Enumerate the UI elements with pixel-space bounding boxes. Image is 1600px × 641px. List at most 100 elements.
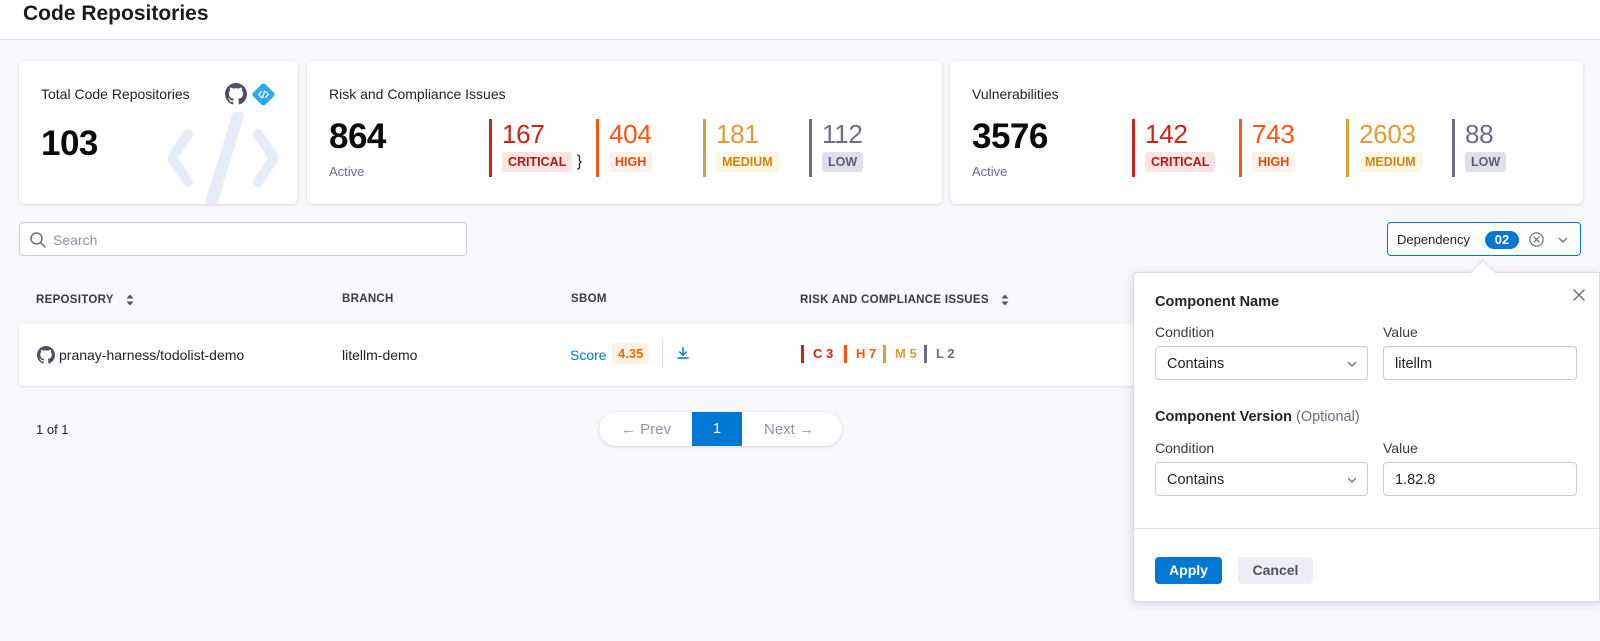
condition-label: Condition [1155, 324, 1215, 340]
arrow-right-icon: → [799, 421, 815, 438]
next-label: Next [764, 421, 795, 438]
vuln-medium: 2603 MEDIUM [1346, 119, 1422, 177]
vuln-critical: 142 CRITICAL [1132, 119, 1216, 177]
component-version-label: Component Version [1155, 409, 1292, 425]
component-version-condition-select[interactable]: Contains [1155, 462, 1368, 496]
download-icon[interactable] [675, 345, 691, 361]
vuln-active-label: Active [972, 164, 1008, 179]
risk-low-count: 112 [822, 119, 863, 149]
branch-name: litellm-demo [342, 347, 418, 363]
component-version-title: Component Version (Optional) [1155, 409, 1360, 425]
clear-filter-icon[interactable] [1528, 231, 1545, 248]
condition-label: Condition [1155, 440, 1215, 456]
select-value: Contains [1167, 472, 1225, 488]
vulnerabilities-card: Vulnerabilities 3576 Active 142 CRITICAL… [950, 61, 1583, 204]
vuln-active-count: 3576 [972, 117, 1048, 156]
vuln-low: 88 LOW [1452, 119, 1507, 177]
pagination: ← Prev 1 Next → [599, 412, 842, 446]
risk-active-label: Active [329, 164, 365, 179]
column-header-risk-compliance[interactable]: RISK AND COMPLIANCE ISSUES [800, 293, 1010, 307]
search-placeholder: Search [53, 232, 98, 248]
cancel-button[interactable]: Cancel [1238, 557, 1313, 584]
critical-badge: CRITICAL [1145, 152, 1216, 172]
dependency-filter-popover: Component Name Condition Value Contains … [1133, 272, 1600, 602]
sbom-score-badge: 4.35 [612, 343, 650, 364]
issue-medium-count: M 5 [883, 345, 917, 363]
select-value: Contains [1167, 356, 1225, 372]
close-icon[interactable] [1571, 287, 1587, 303]
vuln-critical-count: 142 [1145, 119, 1188, 149]
top-bar: Code Repositories [0, 0, 1600, 40]
github-icon [37, 346, 55, 364]
sort-icon [1001, 294, 1009, 306]
high-badge: HIGH [1252, 152, 1296, 172]
risk-medium-count: 181 [716, 119, 759, 149]
divider [1134, 528, 1599, 529]
issue-critical-count: C 3 [801, 345, 833, 363]
search-input[interactable]: Search [19, 222, 467, 256]
column-header-label: REPOSITORY [36, 294, 114, 307]
chevron-down-icon [1347, 477, 1357, 483]
pagination-summary: 1 of 1 [36, 422, 69, 437]
low-badge: LOW [822, 152, 864, 172]
value-label: Value [1383, 324, 1418, 340]
medium-badge: MEDIUM [716, 152, 779, 172]
github-icon [225, 83, 247, 105]
component-name-condition-select[interactable]: Contains [1155, 346, 1368, 380]
column-header-label: BRANCH [342, 293, 394, 305]
value-label: Value [1383, 440, 1418, 456]
prev-label: Prev [640, 421, 672, 438]
column-header-sbom: SBOM [571, 293, 607, 305]
issue-high-count: H 7 [844, 345, 876, 363]
code-watermark-icon [168, 112, 278, 204]
sort-icon [126, 294, 134, 306]
risk-medium: 181 MEDIUM [703, 119, 779, 177]
risk-high-count: 404 [609, 119, 652, 149]
medium-badge: MEDIUM [1359, 152, 1422, 172]
repo-count: 103 [41, 124, 98, 163]
vuln-high-count: 743 [1252, 119, 1295, 149]
component-name-title: Component Name [1155, 294, 1280, 310]
page-title: Code Repositories [23, 2, 209, 25]
column-header-label: RISK AND COMPLIANCE ISSUES [800, 294, 989, 307]
repository-name[interactable]: pranay-harness/todolist-demo [59, 347, 244, 363]
input-value: litellm [1395, 356, 1433, 372]
arrow-left-icon: ← [621, 421, 636, 438]
risk-critical-count: 167 [502, 119, 545, 149]
column-header-repository[interactable]: REPOSITORY [36, 293, 135, 307]
column-header-label: SBOM [571, 293, 607, 305]
risk-high: 404 HIGH [596, 119, 653, 177]
optional-label: (Optional) [1296, 409, 1360, 425]
dependency-filter-dropdown[interactable]: Dependency 02 [1387, 222, 1581, 256]
chevron-down-icon [1558, 237, 1568, 243]
input-value: 1.82.8 [1395, 472, 1436, 488]
code-icon [252, 83, 275, 106]
search-icon [30, 232, 46, 248]
risk-critical: 167 CRITICAL } [489, 119, 582, 177]
vuln-medium-count: 2603 [1359, 119, 1416, 149]
apply-button[interactable]: Apply [1155, 557, 1222, 584]
sbom-score-label[interactable]: Score [570, 347, 607, 363]
chevron-down-icon [1347, 361, 1357, 367]
dependency-filter-count: 02 [1485, 231, 1519, 249]
risk-compliance-card: Risk and Compliance Issues 864 Active 16… [307, 61, 942, 204]
dependency-filter-label: Dependency [1397, 232, 1470, 247]
low-badge: LOW [1465, 152, 1507, 172]
card-title: Total Code Repositories [41, 86, 190, 102]
column-header-branch: BRANCH [342, 293, 394, 305]
issue-low-count: L 2 [924, 345, 955, 363]
high-badge: HIGH [609, 152, 653, 172]
card-title: Risk and Compliance Issues [329, 86, 506, 102]
vuln-high: 743 HIGH [1239, 119, 1296, 177]
card-title: Vulnerabilities [972, 86, 1059, 102]
prev-page-button[interactable]: ← Prev [621, 421, 671, 438]
component-version-value-input[interactable]: 1.82.8 [1383, 462, 1577, 496]
component-name-value-input[interactable]: litellm [1383, 346, 1577, 380]
risk-active-count: 864 [329, 117, 386, 156]
table-row[interactable]: pranay-harness/todolist-demo litellm-dem… [19, 324, 1144, 386]
next-page-button[interactable]: Next → [764, 421, 814, 438]
divider [662, 340, 663, 368]
current-page-button[interactable]: 1 [692, 412, 742, 446]
critical-badge: CRITICAL [502, 152, 573, 172]
risk-low: 112 LOW [809, 119, 864, 177]
